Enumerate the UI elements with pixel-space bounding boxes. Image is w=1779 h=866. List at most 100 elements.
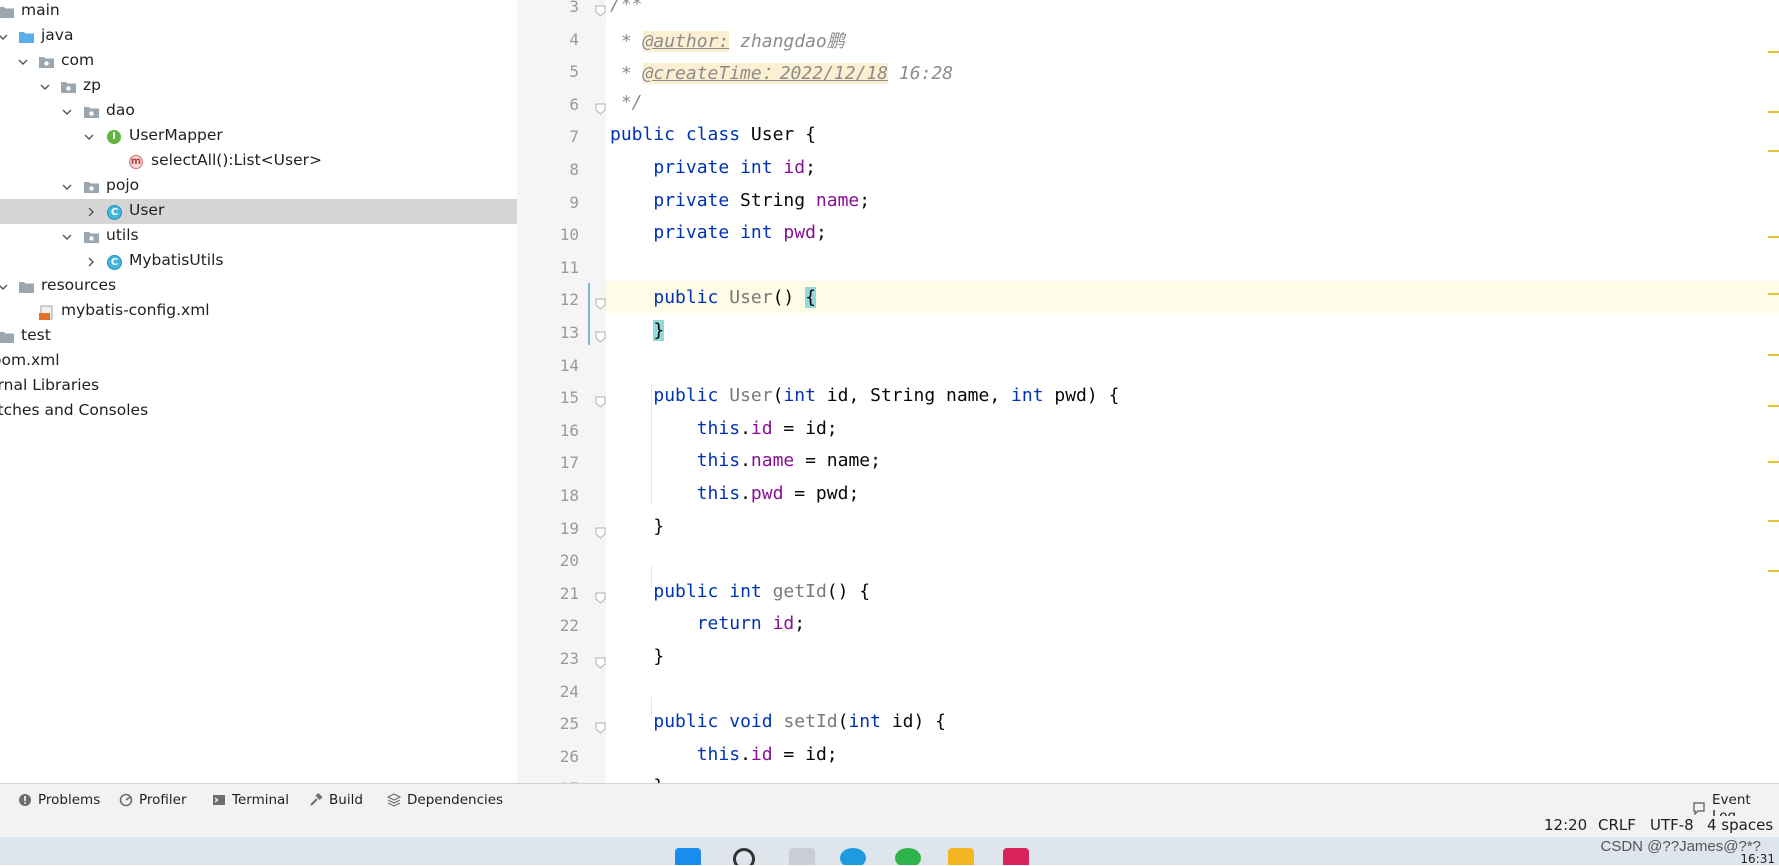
indent-setting[interactable]: 4 spaces: [1707, 816, 1773, 834]
scrollbar-marker[interactable]: [1768, 570, 1779, 572]
fold-marker-icon[interactable]: [594, 328, 607, 343]
code-line[interactable]: * @createTime：2022/12/18 16:28: [610, 59, 953, 85]
chevron-right-icon[interactable]: [86, 257, 96, 267]
project-tree: main java com zp dao I UserMapper m selectAll():…: [0, 0, 517, 783]
tree-item-label: UserMapper: [129, 126, 223, 144]
edge-browser-icon[interactable]: [840, 848, 866, 865]
code-line[interactable]: * @author: zhangdao鹏: [610, 27, 845, 53]
folder-icon: [0, 330, 15, 344]
tree-item-main[interactable]: main: [0, 0, 517, 24]
scrollbar-marker[interactable]: [1768, 405, 1779, 407]
line-number: 11: [559, 257, 579, 277]
chevron-down-icon[interactable]: [84, 132, 94, 142]
scrollbar-marker[interactable]: [1768, 236, 1779, 238]
intellij-idea-icon[interactable]: [1003, 848, 1029, 865]
tree-item-com[interactable]: com: [0, 49, 517, 74]
chevron-down-icon[interactable]: [18, 57, 28, 67]
terminal-button[interactable]: Terminal: [212, 792, 289, 808]
tree-item-atches-and-consoles[interactable]: atches and Consoles: [0, 399, 517, 424]
code-line[interactable]: private int pwd;: [610, 222, 826, 243]
line-number: 14: [559, 355, 579, 375]
code-line[interactable]: public void setId(int id) {: [610, 711, 946, 732]
line-number: 22: [559, 616, 579, 636]
line-separator[interactable]: CRLF: [1598, 816, 1636, 834]
fold-marker-icon[interactable]: [594, 719, 607, 734]
tree-item-zp[interactable]: zp: [0, 74, 517, 99]
code-line[interactable]: }: [610, 320, 665, 341]
code-line[interactable]: public class User {: [610, 124, 816, 145]
code-line[interactable]: this.pwd = pwd;: [610, 483, 860, 504]
tree-item-java[interactable]: java: [0, 24, 517, 49]
code-line[interactable]: private int id;: [610, 157, 816, 178]
dependencies-button[interactable]: Dependencies: [386, 792, 503, 808]
code-line[interactable]: }: [610, 516, 664, 537]
line-number: 15: [559, 388, 579, 408]
tree-item-utils[interactable]: utils: [0, 224, 517, 249]
chevron-down-icon[interactable]: [0, 282, 8, 292]
profiler-icon: [119, 793, 133, 807]
tree-item-mybatis-config-xml[interactable]: mybatis-config.xml: [0, 299, 517, 324]
fold-marker-icon[interactable]: [594, 295, 607, 311]
tree-item-pojo[interactable]: pojo: [0, 174, 517, 199]
search-icon[interactable]: [733, 848, 755, 865]
line-number: 10: [559, 225, 579, 245]
fold-marker-icon[interactable]: [594, 2, 607, 17]
chevron-down-icon[interactable]: [40, 82, 50, 92]
code-line[interactable]: this.id = id;: [610, 418, 838, 439]
fold-marker-icon[interactable]: [594, 524, 607, 539]
code-line[interactable]: return id;: [610, 613, 805, 634]
tree-item-dao[interactable]: dao: [0, 99, 517, 124]
chevron-down-icon[interactable]: [62, 107, 72, 117]
class-icon: C: [106, 205, 123, 220]
code-line[interactable]: public int getId() {: [610, 581, 870, 602]
scrollbar-marker[interactable]: [1768, 520, 1779, 522]
line-number: 7: [569, 127, 579, 147]
windows-start-icon[interactable]: [675, 848, 701, 865]
chevron-down-icon[interactable]: [62, 182, 72, 192]
tree-item-test[interactable]: test: [0, 324, 517, 349]
scrollbar-marker[interactable]: [1768, 354, 1779, 356]
chevron-down-icon[interactable]: [62, 232, 72, 242]
tree-item-label: atches and Consoles: [0, 401, 149, 419]
fold-marker-icon[interactable]: [594, 393, 607, 408]
code-line[interactable]: */: [610, 92, 643, 113]
fold-marker-icon[interactable]: [594, 100, 607, 115]
scrollbar-marker[interactable]: [1768, 111, 1779, 113]
chevron-down-icon[interactable]: [0, 32, 8, 42]
scrollbar-marker[interactable]: [1768, 150, 1779, 152]
code-line[interactable]: }: [610, 646, 664, 667]
chevron-right-icon[interactable]: [86, 207, 96, 217]
file-encoding[interactable]: UTF-8: [1650, 816, 1694, 834]
code-line[interactable]: /**: [610, 0, 643, 15]
fold-marker-icon[interactable]: [594, 589, 607, 604]
scrollbar-marker[interactable]: [1768, 51, 1779, 53]
code-line[interactable]: private String name;: [610, 190, 870, 211]
line-number: 26: [559, 746, 579, 766]
watermark: CSDN @??James@?*?: [1600, 838, 1761, 855]
scrollbar-marker[interactable]: [1768, 461, 1779, 463]
code-line[interactable]: public User() {: [610, 287, 816, 309]
build-button[interactable]: Build: [309, 792, 363, 808]
file-icon[interactable]: [789, 848, 815, 865]
caret-position[interactable]: 12:20: [1544, 816, 1587, 834]
build-icon: [309, 792, 323, 807]
file-explorer-icon[interactable]: [948, 848, 974, 865]
code-line[interactable]: public User(int id, String name, int pwd…: [610, 385, 1119, 406]
source-folder-icon: [18, 30, 35, 44]
line-number: 8: [569, 160, 579, 179]
tree-item-user[interactable]: C User: [0, 199, 517, 224]
tree-item-resources[interactable]: resources: [0, 274, 517, 299]
tree-item-pom-xml[interactable]: oom.xml: [0, 349, 517, 374]
scrollbar-marker[interactable]: [1768, 293, 1779, 295]
profiler-button[interactable]: Profiler: [119, 792, 187, 808]
problems-button[interactable]: Problems: [18, 792, 100, 808]
tree-item-selectall-list-user[interactable]: m selectAll():List<User>: [0, 149, 517, 174]
tree-item-ernal-libraries[interactable]: ernal Libraries: [0, 374, 517, 399]
chat-app-icon[interactable]: [895, 848, 921, 865]
code-line[interactable]: this.id = id;: [610, 744, 838, 765]
tree-item-usermapper[interactable]: I UserMapper: [0, 124, 517, 149]
terminal-icon: [212, 793, 226, 807]
package-icon: [83, 105, 100, 119]
fold-marker-icon[interactable]: [594, 654, 607, 669]
tree-item-mybatisutils[interactable]: C MybatisUtils: [0, 249, 517, 274]
